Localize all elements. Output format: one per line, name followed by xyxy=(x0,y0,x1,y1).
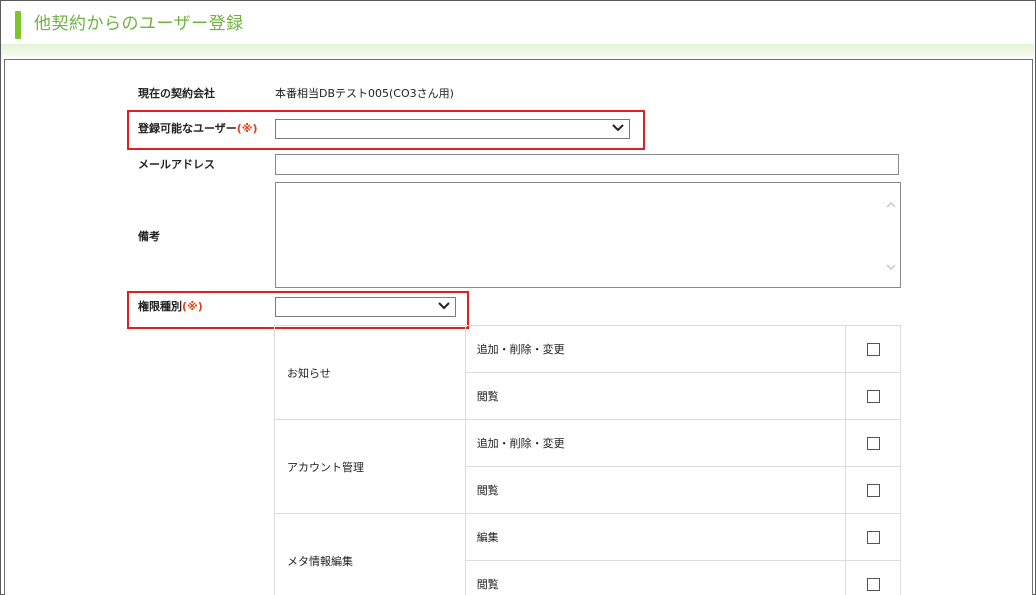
required-mark: (※) xyxy=(182,300,203,313)
email-field[interactable] xyxy=(275,154,899,175)
permission-checkbox-cell xyxy=(845,466,901,514)
permission-checkbox-cell xyxy=(845,513,901,561)
permission-checkbox[interactable] xyxy=(866,483,880,497)
registrable-user-select[interactable] xyxy=(275,119,630,139)
chevron-down-icon[interactable] xyxy=(437,298,451,314)
page-header: 他契約からのユーザー登録 xyxy=(1,1,1034,44)
permission-action: 追加・削除・変更 xyxy=(464,325,847,373)
header-gradient-band xyxy=(1,44,1034,59)
permission-checkbox-cell xyxy=(845,325,901,373)
permission-category: アカウント管理 xyxy=(274,419,466,514)
table-row: メタ情報編集 編集 xyxy=(274,513,901,595)
registrable-user-label: 登録可能なユーザー(※) xyxy=(138,122,258,136)
permission-checkbox[interactable] xyxy=(866,436,880,450)
table-row: お知らせ 追加・削除・変更 xyxy=(274,325,901,420)
title-accent-bar xyxy=(15,11,21,39)
chevron-down-icon[interactable] xyxy=(611,120,625,136)
permission-checkbox-cell xyxy=(845,560,901,595)
scroll-down-icon[interactable] xyxy=(885,261,897,273)
page-title: 他契約からのユーザー登録 xyxy=(34,14,244,34)
permission-checkbox[interactable] xyxy=(866,389,880,403)
permission-checkbox[interactable] xyxy=(866,530,880,544)
permission-type-label: 権限種別(※) xyxy=(138,300,203,314)
registrable-user-label-text: 登録可能なユーザー xyxy=(138,122,237,135)
permission-checkbox[interactable] xyxy=(866,577,880,591)
current-contract-label: 現在の契約会社 xyxy=(138,87,215,100)
permission-checkbox-cell xyxy=(845,372,901,420)
table-row: アカウント管理 追加・削除・変更 xyxy=(274,419,901,514)
permission-action: 閲覧 xyxy=(464,372,847,420)
email-label: メールアドレス xyxy=(138,158,215,171)
permission-checkbox[interactable] xyxy=(866,342,880,356)
remarks-label: 備考 xyxy=(138,230,160,243)
scroll-up-icon[interactable] xyxy=(885,199,897,211)
permission-category: お知らせ xyxy=(274,325,466,420)
permission-action: 追加・削除・変更 xyxy=(464,419,847,467)
permission-action: 閲覧 xyxy=(464,466,847,514)
permissions-table: お知らせ 追加・削除・変更 閲覧 アカウント管理 追加・削除・変更 閲覧 メタ情… xyxy=(274,325,901,595)
required-mark: (※) xyxy=(236,122,258,135)
remarks-textarea[interactable] xyxy=(275,182,901,288)
permission-action: 閲覧 xyxy=(464,560,847,595)
permission-type-label-text: 権限種別 xyxy=(138,300,182,313)
permission-checkbox-cell xyxy=(845,419,901,467)
permission-action: 編集 xyxy=(464,513,847,561)
permission-category: メタ情報編集 xyxy=(274,513,466,595)
permission-type-select[interactable] xyxy=(275,297,456,317)
current-contract-value: 本番相当DBテスト005(CO3さん用) xyxy=(275,87,454,100)
